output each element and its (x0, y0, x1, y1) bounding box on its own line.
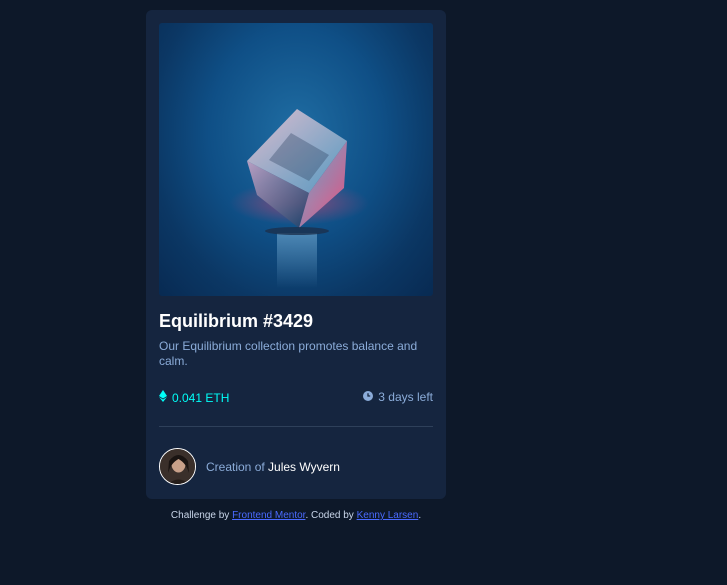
creator-prefix: Creation of (206, 459, 265, 474)
creator-name[interactable]: Jules Wyvern (268, 460, 340, 474)
divider (159, 426, 433, 427)
equilibrium-image[interactable] (159, 23, 433, 296)
clock-icon (363, 390, 374, 404)
price-value: 0.041 ETH (172, 390, 230, 405)
time-left-value: 3 days left (378, 390, 433, 404)
price: 0.041 ETH (159, 390, 229, 405)
frontend-mentor-link[interactable]: Frontend Mentor (232, 510, 305, 521)
time-left: 3 days left (363, 390, 433, 404)
creator: Creation of Jules Wyvern (159, 448, 340, 485)
card-description: Our Equilibrium collection promotes bala… (159, 339, 418, 368)
attribution-prefix: Challenge by (170, 510, 230, 521)
card-title[interactable]: Equilibrium #3429 (159, 311, 313, 332)
ethereum-icon (159, 390, 167, 405)
attribution-suffix: . (418, 510, 422, 521)
avatar (159, 448, 196, 485)
nft-card: Equilibrium #3429 Our Equilibrium collec… (146, 10, 446, 499)
attribution: Challenge by Frontend Mentor. Coded by K… (0, 510, 592, 521)
attribution-middle: . Coded by (305, 510, 354, 521)
author-link[interactable]: Kenny Larsen (357, 510, 419, 521)
